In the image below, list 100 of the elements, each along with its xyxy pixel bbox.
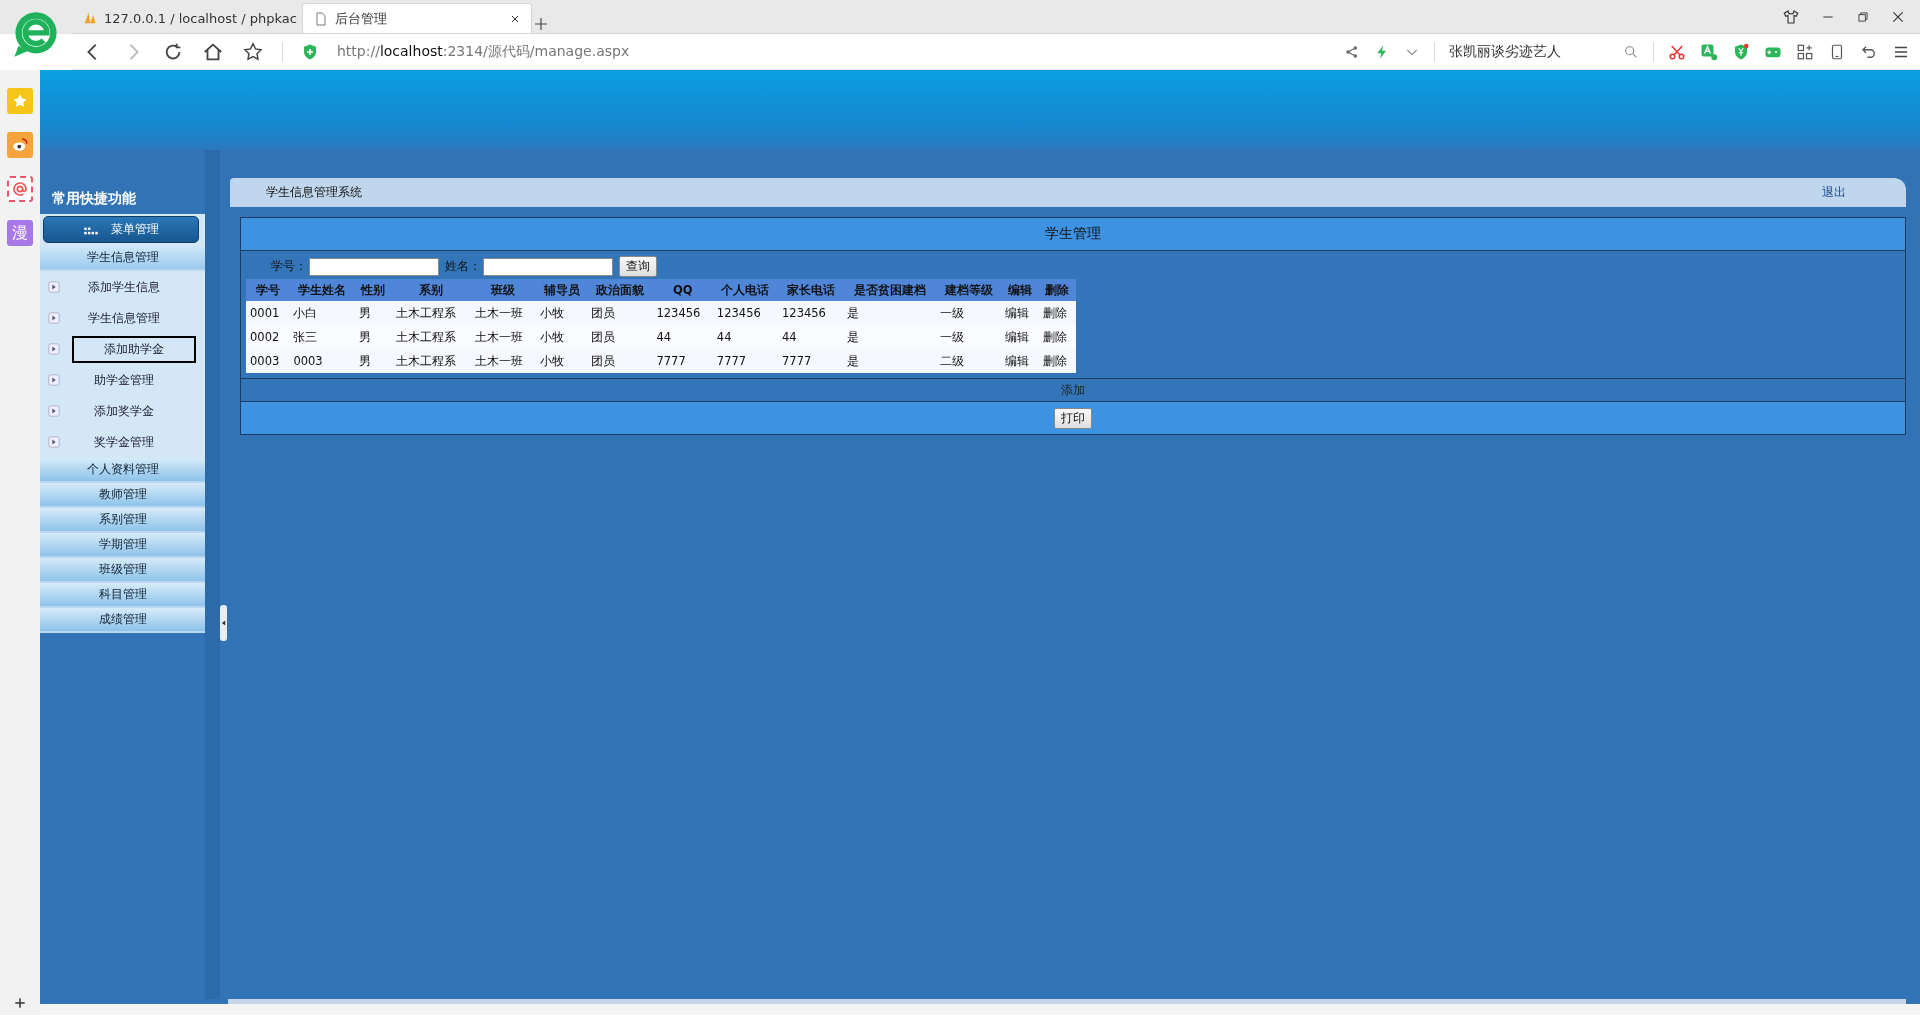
menu-item[interactable]: 添加学生信息 bbox=[72, 273, 176, 301]
menu-group[interactable]: 成绩管理 bbox=[40, 608, 205, 633]
table-cell: 7777 bbox=[652, 349, 713, 373]
system-title: 学生信息管理系统 bbox=[266, 184, 362, 201]
column-header: 删除 bbox=[1038, 279, 1076, 301]
table-cell: 团员 bbox=[587, 349, 653, 373]
menu-item[interactable]: 助学金管理 bbox=[72, 366, 176, 394]
table-cell: 7777 bbox=[712, 349, 779, 373]
table-cell: 男 bbox=[354, 301, 392, 325]
column-header: 编辑 bbox=[1001, 279, 1039, 301]
menu-title-button[interactable]: 菜单管理 bbox=[43, 216, 199, 243]
star-icon[interactable] bbox=[242, 40, 264, 63]
table-cell: 123456 bbox=[712, 301, 779, 325]
table-cell: 小牧 bbox=[536, 349, 588, 373]
table-cell: 123456 bbox=[778, 301, 844, 325]
menu-group[interactable]: 班级管理 bbox=[40, 558, 205, 583]
eye-logo-icon[interactable] bbox=[11, 136, 29, 154]
table-cell: 张三 bbox=[289, 325, 355, 349]
star-icon[interactable] bbox=[11, 92, 29, 110]
menu-item[interactable]: 添加助学金 bbox=[72, 335, 196, 363]
delete-link[interactable]: 删除 bbox=[1038, 325, 1076, 349]
restore-icon[interactable] bbox=[1856, 9, 1870, 24]
table-cell: 0003 bbox=[246, 349, 290, 373]
sidebar-title: 常用快捷功能 bbox=[51, 189, 137, 208]
browser-tab[interactable]: 后台管理 bbox=[302, 3, 532, 33]
horizontal-scrollbar[interactable] bbox=[228, 999, 1906, 1004]
menu-group[interactable]: 系别管理 bbox=[40, 508, 205, 533]
address-bar[interactable]: http://localhost:2314/源代码/manage.aspx bbox=[337, 42, 630, 61]
query-button[interactable]: 查询 bbox=[619, 256, 657, 277]
table-cell: 二级 bbox=[936, 349, 1002, 373]
table-cell: 土木工程系 bbox=[391, 349, 471, 373]
add-icon[interactable] bbox=[12, 995, 28, 1011]
column-header: 班级 bbox=[470, 279, 537, 301]
column-header: 学号 bbox=[246, 279, 290, 301]
table-cell: 男 bbox=[354, 349, 392, 373]
edit-link[interactable]: 编辑 bbox=[1001, 325, 1039, 349]
apps-icon[interactable] bbox=[1796, 42, 1814, 61]
menu-group[interactable]: 个人资料管理 bbox=[40, 458, 205, 483]
menu-item[interactable]: 奖学金管理 bbox=[72, 428, 176, 456]
table-cell: 土木一班 bbox=[470, 349, 537, 373]
column-header: 学生姓名 bbox=[289, 279, 355, 301]
table-cell: 土木一班 bbox=[470, 325, 537, 349]
table-cell: 44 bbox=[712, 325, 779, 349]
input-field[interactable] bbox=[483, 257, 613, 276]
panel-title: 学生管理 bbox=[241, 218, 1905, 251]
shirt-icon[interactable] bbox=[1782, 7, 1800, 26]
menu-item[interactable]: 学生信息管理 bbox=[72, 304, 176, 332]
table-cell: 土木一班 bbox=[470, 301, 537, 325]
column-header: 系别 bbox=[391, 279, 471, 301]
table-cell: 是 bbox=[843, 301, 937, 325]
translate-icon[interactable] bbox=[1700, 42, 1718, 61]
delete-link[interactable]: 删除 bbox=[1038, 301, 1076, 325]
table-cell: 土木工程系 bbox=[391, 301, 471, 325]
table-cell: 44 bbox=[652, 325, 713, 349]
field-label: 姓名： bbox=[445, 258, 481, 275]
table-cell: 一级 bbox=[936, 325, 1002, 349]
new-tab-icon[interactable] bbox=[532, 15, 550, 33]
menu-group[interactable]: 学生信息管理 bbox=[40, 246, 205, 271]
table-cell: 一级 bbox=[936, 301, 1002, 325]
at-sign-icon[interactable] bbox=[12, 181, 28, 197]
column-header: 家长电话 bbox=[778, 279, 844, 301]
collapse-handle[interactable] bbox=[220, 605, 227, 641]
table-cell: 0003 bbox=[289, 349, 355, 373]
input-field[interactable] bbox=[309, 257, 439, 276]
shield-yen-icon[interactable] bbox=[1732, 42, 1750, 61]
menu-group[interactable]: 科目管理 bbox=[40, 583, 205, 608]
table-cell: 0002 bbox=[246, 325, 290, 349]
menu-item[interactable]: 添加奖学金 bbox=[72, 397, 176, 425]
search-icon[interactable] bbox=[1623, 43, 1639, 60]
table-cell: 44 bbox=[778, 325, 844, 349]
table-cell: 小白 bbox=[289, 301, 355, 325]
print-button[interactable]: 打印 bbox=[1054, 407, 1092, 429]
table-cell: 123456 bbox=[652, 301, 713, 325]
column-header: QQ bbox=[652, 279, 713, 301]
browser-tab[interactable]: 127.0.0.1 / localhost / phpkac bbox=[72, 3, 302, 33]
column-header: 个人电话 bbox=[712, 279, 779, 301]
table-cell: 团员 bbox=[587, 301, 653, 325]
table-cell: 小牧 bbox=[536, 325, 588, 349]
column-header: 政治面貌 bbox=[587, 279, 653, 301]
column-header: 辅导员 bbox=[536, 279, 588, 301]
table-cell: 小牧 bbox=[536, 301, 588, 325]
edit-link[interactable]: 编辑 bbox=[1001, 301, 1039, 325]
column-header: 性别 bbox=[354, 279, 392, 301]
search-field[interactable]: 张凯丽谈劣迹艺人 bbox=[1449, 42, 1609, 61]
field-label: 学号： bbox=[271, 258, 307, 275]
edit-link[interactable]: 编辑 bbox=[1001, 349, 1039, 373]
shield-icon[interactable] bbox=[301, 42, 319, 61]
column-header: 建档等级 bbox=[936, 279, 1002, 301]
table-cell: 团员 bbox=[587, 325, 653, 349]
table-cell: 土木工程系 bbox=[391, 325, 471, 349]
logout-link[interactable]: 退出 bbox=[1822, 184, 1846, 201]
share-icon[interactable] bbox=[1344, 43, 1360, 60]
column-header: 是否贫困建档 bbox=[843, 279, 937, 301]
table-cell: 男 bbox=[354, 325, 392, 349]
table-cell: 0001 bbox=[246, 301, 290, 325]
table-cell: 是 bbox=[843, 349, 937, 373]
menu-group[interactable]: 教师管理 bbox=[40, 483, 205, 508]
table-cell: 是 bbox=[843, 325, 937, 349]
delete-link[interactable]: 删除 bbox=[1038, 349, 1076, 373]
menu-group[interactable]: 学期管理 bbox=[40, 533, 205, 558]
